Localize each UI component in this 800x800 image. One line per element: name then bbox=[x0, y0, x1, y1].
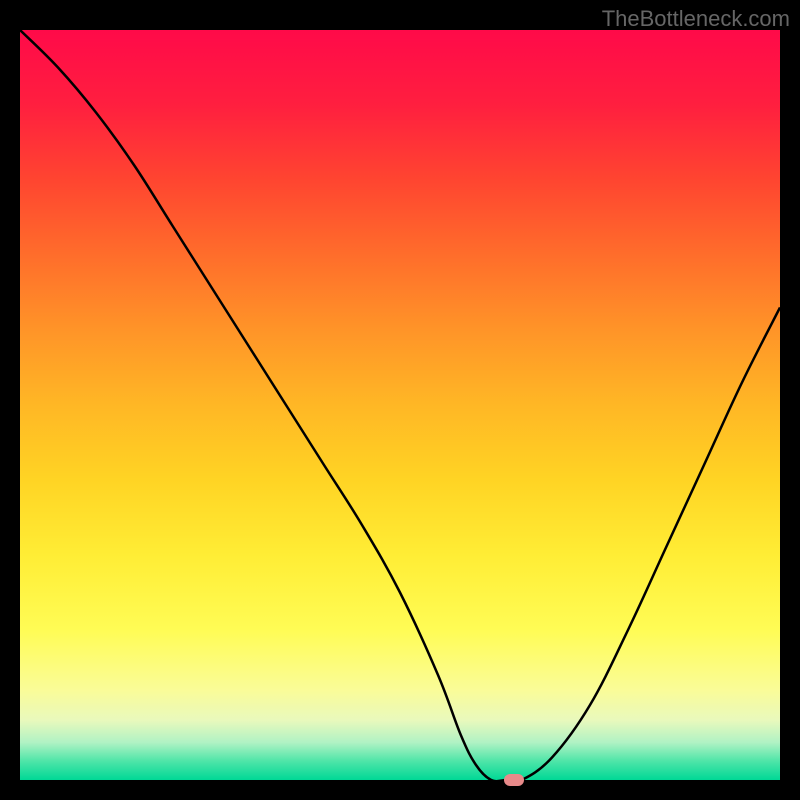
bottleneck-curve bbox=[20, 30, 780, 780]
watermark-text: TheBottleneck.com bbox=[602, 6, 790, 32]
optimal-point-marker bbox=[504, 774, 524, 786]
chart-plot-area bbox=[20, 30, 780, 780]
